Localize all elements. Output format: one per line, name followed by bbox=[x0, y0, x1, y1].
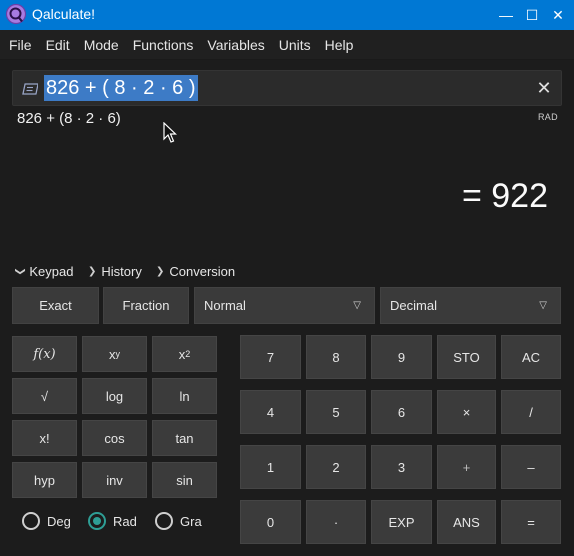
angle-gra-radio[interactable]: Gra bbox=[155, 512, 202, 530]
chevron-down-icon: ▽ bbox=[539, 300, 547, 311]
answer-button[interactable]: ANS bbox=[437, 500, 496, 544]
ln-key[interactable]: ln bbox=[152, 378, 217, 414]
angle-rad-radio[interactable]: Rad bbox=[88, 512, 137, 530]
menu-edit[interactable]: Edit bbox=[39, 30, 77, 60]
menu-bar: File Edit Mode Functions Variables Units… bbox=[0, 30, 574, 60]
menu-functions[interactable]: Functions bbox=[126, 30, 201, 60]
divide-button[interactable]: / bbox=[501, 390, 561, 434]
store-button[interactable]: STO bbox=[437, 335, 496, 379]
exact-button[interactable]: Exact bbox=[12, 287, 99, 324]
conversion-section-toggle[interactable]: ❯ Conversion bbox=[156, 264, 235, 279]
tan-key[interactable]: tan bbox=[152, 420, 217, 456]
menu-file[interactable]: File bbox=[2, 30, 39, 60]
hyp-key[interactable]: hyp bbox=[12, 462, 77, 498]
decimal-point-button[interactable]: · bbox=[306, 500, 366, 544]
minus-button[interactable]: – bbox=[501, 445, 561, 489]
sin-key[interactable]: sin bbox=[152, 462, 217, 498]
exp-button[interactable]: EXP bbox=[371, 500, 432, 544]
equals-button[interactable]: = bbox=[501, 500, 561, 544]
chevron-down-icon: ❯ bbox=[14, 267, 26, 276]
expression-input[interactable]: 826 + ( 8 · 2 · 6 ) ✕ bbox=[12, 70, 562, 106]
fraction-button[interactable]: Fraction bbox=[103, 287, 189, 324]
number-format-value: Normal bbox=[204, 298, 246, 313]
power-exponent: y bbox=[115, 349, 121, 359]
number-base-value: Decimal bbox=[390, 298, 437, 313]
parsed-expression: 826 + (8 · 2 · 6) bbox=[17, 110, 121, 127]
sqrt-key[interactable]: √ bbox=[12, 378, 77, 414]
function-key[interactable]: f(x) bbox=[12, 336, 77, 372]
mouse-pointer-icon bbox=[163, 122, 177, 143]
title-bar: Qalculate! — ☐ ✕ bbox=[0, 0, 574, 30]
angle-unit-indicator: RAD bbox=[538, 112, 558, 122]
power-key[interactable]: xy bbox=[82, 336, 147, 372]
qalculate-logo-icon bbox=[5, 3, 27, 25]
multiply-button[interactable]: × bbox=[437, 390, 496, 434]
radio-unchecked-icon bbox=[22, 512, 40, 530]
radio-checked-icon bbox=[88, 512, 106, 530]
angle-deg-radio[interactable]: Deg bbox=[22, 512, 71, 530]
conversion-label: Conversion bbox=[169, 264, 236, 279]
history-section-toggle[interactable]: ❯ History bbox=[88, 264, 142, 279]
menu-variables[interactable]: Variables bbox=[200, 30, 271, 60]
all-clear-button[interactable]: AC bbox=[501, 335, 561, 379]
key-9[interactable]: 9 bbox=[371, 335, 432, 379]
plus-button[interactable]: + bbox=[437, 445, 496, 489]
number-base-select[interactable]: Decimal ▽ bbox=[380, 287, 561, 324]
log-key[interactable]: log bbox=[82, 378, 147, 414]
menu-mode[interactable]: Mode bbox=[77, 30, 126, 60]
key-4[interactable]: 4 bbox=[240, 390, 301, 434]
chevron-right-icon: ❯ bbox=[88, 266, 97, 277]
rad-label: Rad bbox=[113, 513, 137, 529]
key-5[interactable]: 5 bbox=[306, 390, 366, 434]
result-display: = 922 bbox=[461, 177, 548, 215]
history-label: History bbox=[101, 264, 142, 279]
key-8[interactable]: 8 bbox=[306, 335, 366, 379]
key-7[interactable]: 7 bbox=[240, 335, 301, 379]
expression-menu-icon[interactable] bbox=[22, 82, 38, 96]
number-format-select[interactable]: Normal ▽ bbox=[194, 287, 375, 324]
key-6[interactable]: 6 bbox=[371, 390, 432, 434]
close-window-button[interactable]: ✕ bbox=[542, 0, 574, 30]
key-1[interactable]: 1 bbox=[240, 445, 301, 489]
deg-label: Deg bbox=[47, 513, 71, 529]
radio-unchecked-icon bbox=[155, 512, 173, 530]
cos-key[interactable]: cos bbox=[82, 420, 147, 456]
gra-label: Gra bbox=[180, 513, 202, 529]
key-3[interactable]: 3 bbox=[371, 445, 432, 489]
inv-key[interactable]: inv bbox=[82, 462, 147, 498]
keypad-section-toggle[interactable]: ❯ Keypad bbox=[14, 264, 74, 279]
key-0[interactable]: 0 bbox=[240, 500, 301, 544]
function-key-label: f(x) bbox=[33, 346, 56, 362]
factorial-key[interactable]: x! bbox=[12, 420, 77, 456]
chevron-down-icon: ▽ bbox=[353, 300, 361, 311]
keypad-label: Keypad bbox=[29, 264, 74, 279]
square-key[interactable]: x2 bbox=[152, 336, 217, 372]
menu-units[interactable]: Units bbox=[272, 30, 318, 60]
window-title: Qalculate! bbox=[32, 6, 96, 22]
menu-help[interactable]: Help bbox=[318, 30, 361, 60]
square-exponent: 2 bbox=[185, 349, 191, 359]
clear-expression-button[interactable]: ✕ bbox=[533, 77, 555, 99]
key-2[interactable]: 2 bbox=[306, 445, 366, 489]
chevron-right-icon: ❯ bbox=[156, 266, 165, 277]
expression-text[interactable]: 826 + ( 8 · 2 · 6 ) bbox=[44, 75, 198, 101]
